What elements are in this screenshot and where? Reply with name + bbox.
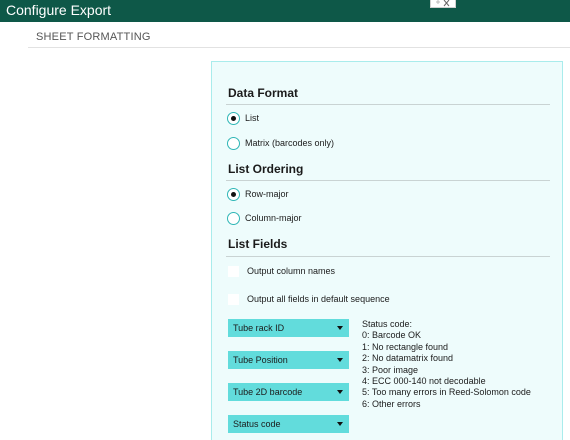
list-ordering-title: List Ordering bbox=[228, 162, 304, 176]
checkbox-label: Output all fields in default sequence bbox=[247, 294, 390, 304]
status-code-line: 6: Other errors bbox=[362, 398, 421, 409]
status-code-line: 0: Barcode OK bbox=[362, 330, 422, 341]
status-code-heading: Status code: bbox=[362, 319, 413, 329]
checkbox-output-column-names[interactable]: Output column names bbox=[227, 264, 335, 278]
radio-matrix[interactable]: Matrix (barcodes only) bbox=[227, 136, 334, 150]
radio-button-checked[interactable] bbox=[227, 187, 240, 201]
dropdown-value: Tube 2D barcode bbox=[233, 387, 303, 397]
data-format-divider bbox=[226, 104, 550, 105]
field-dropdown-4[interactable]: Status code bbox=[228, 415, 349, 433]
close-icon bbox=[436, 0, 450, 7]
status-code-line: 2: No datamatrix found bbox=[362, 353, 454, 364]
window-control-button[interactable] bbox=[430, 0, 456, 8]
status-code-line: 4: ECC 000-140 not decodable bbox=[362, 376, 486, 387]
dropdown-arrow-icon bbox=[337, 422, 343, 426]
status-code-line: 5: Too many errors in Reed-Solomon code bbox=[362, 387, 531, 398]
dropdown-arrow-icon bbox=[337, 358, 343, 362]
status-code-line: 1: No rectangle found bbox=[362, 341, 449, 352]
radio-list[interactable]: List bbox=[227, 111, 259, 125]
field-dropdown-1[interactable]: Tube rack ID bbox=[228, 319, 349, 337]
field-dropdown-2[interactable]: Tube Position bbox=[228, 351, 349, 369]
section-header: SHEET FORMATTING bbox=[36, 31, 151, 43]
checkbox-label: Output column names bbox=[247, 266, 336, 276]
dropdown-value: Tube Position bbox=[233, 355, 288, 365]
radio-button[interactable] bbox=[227, 211, 240, 225]
title-bar: Configure Export bbox=[0, 0, 570, 22]
radio-label: Row-major bbox=[245, 189, 289, 199]
radio-button-checked[interactable] bbox=[227, 111, 240, 125]
window-title: Configure Export bbox=[6, 2, 112, 18]
radio-label: Column-major bbox=[245, 213, 302, 223]
radio-label: List bbox=[245, 113, 260, 123]
section-divider bbox=[28, 47, 570, 48]
checkbox[interactable] bbox=[227, 292, 240, 306]
radio-label: Matrix (barcodes only) bbox=[245, 138, 335, 148]
status-code-legend: Status code: 0: Barcode OK 1: No rectang… bbox=[362, 319, 531, 410]
dropdown-value: Status code bbox=[233, 419, 281, 429]
dropdown-arrow-icon bbox=[337, 390, 343, 394]
data-format-title: Data Format bbox=[228, 86, 299, 100]
field-dropdown-3[interactable]: Tube 2D barcode bbox=[228, 383, 349, 401]
radio-button[interactable] bbox=[227, 136, 240, 150]
checkbox[interactable] bbox=[227, 264, 240, 278]
list-fields-title: List Fields bbox=[228, 237, 288, 251]
dropdown-arrow-icon bbox=[337, 326, 343, 330]
dropdown-value: Tube rack ID bbox=[233, 323, 285, 333]
checkbox-output-all-fields[interactable]: Output all fields in default sequence bbox=[227, 292, 390, 306]
radio-column-major[interactable]: Column-major bbox=[227, 211, 302, 225]
status-code-line: 3: Poor image bbox=[362, 364, 419, 375]
list-ordering-divider bbox=[226, 180, 550, 181]
list-fields-divider bbox=[226, 256, 550, 257]
radio-row-major[interactable]: Row-major bbox=[227, 187, 289, 201]
